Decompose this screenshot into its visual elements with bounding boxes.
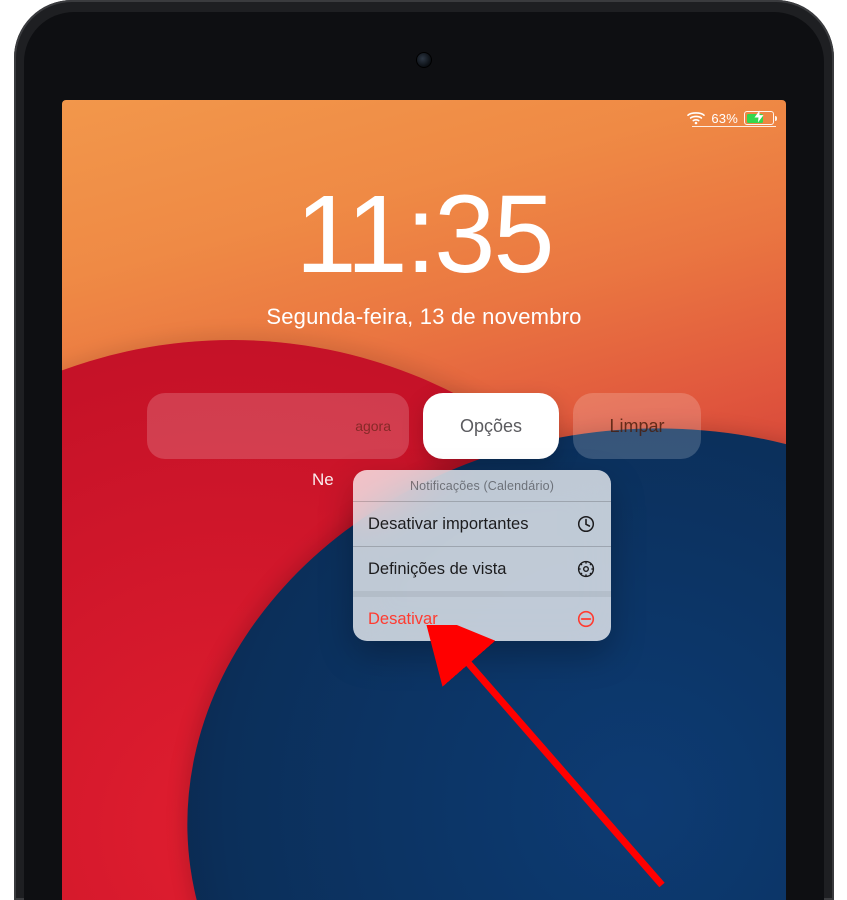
options-label: Opções — [460, 416, 522, 437]
battery-percent: 63% — [711, 111, 738, 126]
wifi-icon — [687, 111, 705, 125]
device-bezel: 63% 11:35 Segunda-feira, 13 de novembro … — [24, 12, 824, 900]
menu-item-view-settings[interactable]: Definições de vista — [353, 546, 611, 591]
notif-timestamp: agora — [355, 418, 391, 434]
clock-icon — [576, 514, 596, 534]
status-underline — [692, 126, 776, 127]
notification-peek-text: Ne — [312, 470, 334, 490]
time: 11:35 — [62, 180, 786, 290]
menu-item-label: Desativar — [368, 610, 438, 629]
device-frame: 63% 11:35 Segunda-feira, 13 de novembro … — [14, 0, 834, 900]
front-camera — [416, 52, 432, 68]
notification-card[interactable]: agora — [147, 393, 409, 459]
notification-swipe-row: agora Opções Limpar — [147, 393, 701, 459]
menu-item-label: Desativar importantes — [368, 515, 528, 534]
menu-item-label: Definições de vista — [368, 560, 507, 579]
menu-item-disable-important[interactable]: Desativar importantes — [353, 501, 611, 546]
date: Segunda-feira, 13 de novembro — [62, 304, 786, 330]
battery-icon — [744, 111, 774, 125]
gear-icon — [576, 559, 596, 579]
screen: 63% 11:35 Segunda-feira, 13 de novembro … — [62, 100, 786, 900]
disable-icon — [576, 609, 596, 629]
menu-header: Notificações (Calendário) — [353, 470, 611, 501]
clear-button[interactable]: Limpar — [573, 393, 701, 459]
clear-label: Limpar — [609, 416, 664, 437]
charging-icon — [755, 111, 764, 126]
notification-options-menu: Notificações (Calendário) Desativar impo… — [353, 470, 611, 641]
lock-clock: 11:35 Segunda-feira, 13 de novembro — [62, 180, 786, 330]
status-bar: 63% — [62, 106, 786, 130]
menu-item-disable[interactable]: Desativar — [353, 591, 611, 641]
options-button[interactable]: Opções — [423, 393, 559, 459]
